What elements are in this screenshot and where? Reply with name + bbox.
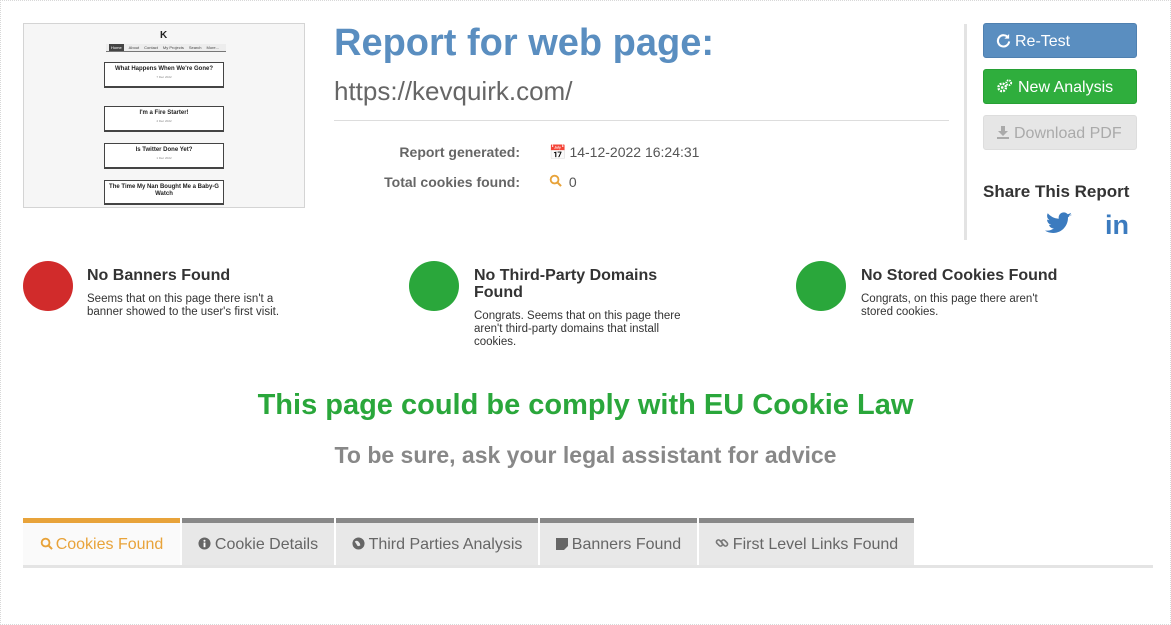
status-title: No Stored Cookies Found bbox=[861, 267, 1058, 284]
compliance-verdict: This page could be comply with EU Cookie… bbox=[257, 389, 914, 421]
thumbnail-nav-item: My Projects bbox=[162, 45, 184, 50]
thumbnail-post-card: I'm a Fire Starter! 4 Dec 2022 bbox=[104, 106, 224, 132]
calendar-icon: 📅 bbox=[549, 144, 567, 160]
status-indicator-red bbox=[23, 261, 73, 311]
status-indicator-green bbox=[409, 261, 459, 311]
tab-label: Third Parties Analysis bbox=[368, 536, 523, 553]
download-pdf-label: Download PDF bbox=[1014, 125, 1122, 142]
search-icon bbox=[549, 174, 566, 190]
divider bbox=[334, 120, 949, 121]
total-cookies-label: Total cookies found: bbox=[384, 174, 520, 190]
thumbnail-post-title: Is Twitter Done Yet? bbox=[135, 147, 193, 153]
thumbnail-nav-item: Contact bbox=[144, 45, 158, 50]
banner-icon bbox=[555, 538, 568, 550]
thumbnail-nav-item: About bbox=[128, 45, 140, 50]
thumbnail-post-card: Is Twitter Done Yet? 1 Dec 2022 bbox=[104, 143, 224, 169]
report-url: https://kevquirk.com/ bbox=[334, 76, 573, 106]
status-title: No Third-Party Domains Found bbox=[474, 267, 658, 301]
thumbnail-nav-item: Home bbox=[109, 44, 124, 51]
status-description: Congrats, on this page there aren't stor… bbox=[861, 293, 1038, 318]
tab-cookies-found[interactable]: Cookies Found bbox=[23, 518, 180, 566]
column-divider bbox=[964, 24, 967, 240]
retest-label: Re-Test bbox=[1015, 33, 1071, 50]
retest-button[interactable]: Re-Test bbox=[983, 23, 1137, 58]
new-analysis-label: New Analysis bbox=[1018, 79, 1114, 96]
thumbnail-post-card: The Time My Nan Bought Me a Baby-G Watch bbox=[104, 180, 224, 205]
tab-third-parties-analysis[interactable]: Third Parties Analysis bbox=[336, 518, 538, 566]
link-icon bbox=[715, 539, 729, 547]
tab-label: Cookies Found bbox=[55, 536, 164, 553]
page-screenshot-thumbnail: K Home About Contact My Projects Search … bbox=[23, 23, 305, 208]
total-cookies-count: 0 bbox=[568, 174, 577, 190]
tab-banners-found[interactable]: Banners Found bbox=[540, 518, 697, 566]
thumbnail-nav-item: Search bbox=[188, 45, 202, 50]
site-logo: K bbox=[160, 30, 168, 41]
report-generated-date: 14-12-2022 16:24:31 bbox=[569, 144, 700, 160]
info-icon bbox=[198, 537, 211, 550]
tab-label: Cookie Details bbox=[214, 536, 319, 553]
status-indicator-green bbox=[796, 261, 846, 311]
status-description: Seems that on this page there isn't a ba… bbox=[87, 293, 280, 318]
status-description: Congrats. Seems that on this page there … bbox=[474, 310, 681, 348]
thumbnail-post-card: What Happens When We're Gone? 7 Dec 2022 bbox=[104, 62, 224, 88]
share-report-title: Share This Report bbox=[983, 182, 1130, 201]
report-generated-label: Report generated: bbox=[399, 144, 520, 160]
tab-cookie-details[interactable]: Cookie Details bbox=[182, 518, 334, 566]
thumbnail-nav: Home About Contact My Projects Search Mo… bbox=[106, 44, 226, 52]
thumbnail-post-date: 1 Dec 2022 bbox=[156, 156, 172, 160]
thumbnail-nav-item: More... bbox=[206, 45, 219, 50]
report-generated-value: 📅 14-12-2022 16:24:31 bbox=[549, 144, 699, 161]
thumbnail-post-title: The Time My Nan Bought Me a Baby-G Watch bbox=[109, 184, 219, 197]
tab-first-level-links-found[interactable]: First Level Links Found bbox=[699, 518, 914, 566]
thumbnail-post-date: 4 Dec 2022 bbox=[156, 119, 172, 123]
new-analysis-button[interactable]: New Analysis bbox=[983, 69, 1137, 104]
download-pdf-button[interactable]: Download PDF bbox=[983, 115, 1137, 150]
tab-label: Banners Found bbox=[571, 536, 682, 553]
download-icon bbox=[997, 126, 1009, 139]
report-title: Report for web page: bbox=[334, 22, 715, 64]
thumbnail-post-date: 7 Dec 2022 bbox=[156, 75, 172, 79]
tab-label: First Level Links Found bbox=[732, 536, 899, 553]
twitter-icon[interactable] bbox=[1045, 212, 1073, 241]
total-cookies-value: 0 bbox=[549, 174, 577, 190]
search-icon bbox=[40, 537, 53, 550]
refresh-icon bbox=[996, 33, 1011, 48]
gears-icon bbox=[997, 79, 1013, 93]
tab-content-border bbox=[23, 565, 1153, 568]
legal-advice-note: To be sure, ask your legal assistant for… bbox=[334, 442, 837, 468]
status-title: No Banners Found bbox=[87, 267, 231, 284]
globe-icon bbox=[352, 537, 365, 550]
thumbnail-post-title: What Happens When We're Gone? bbox=[115, 66, 213, 72]
linkedin-icon[interactable]: in bbox=[1105, 212, 1129, 239]
thumbnail-post-title: I'm a Fire Starter! bbox=[139, 110, 189, 116]
